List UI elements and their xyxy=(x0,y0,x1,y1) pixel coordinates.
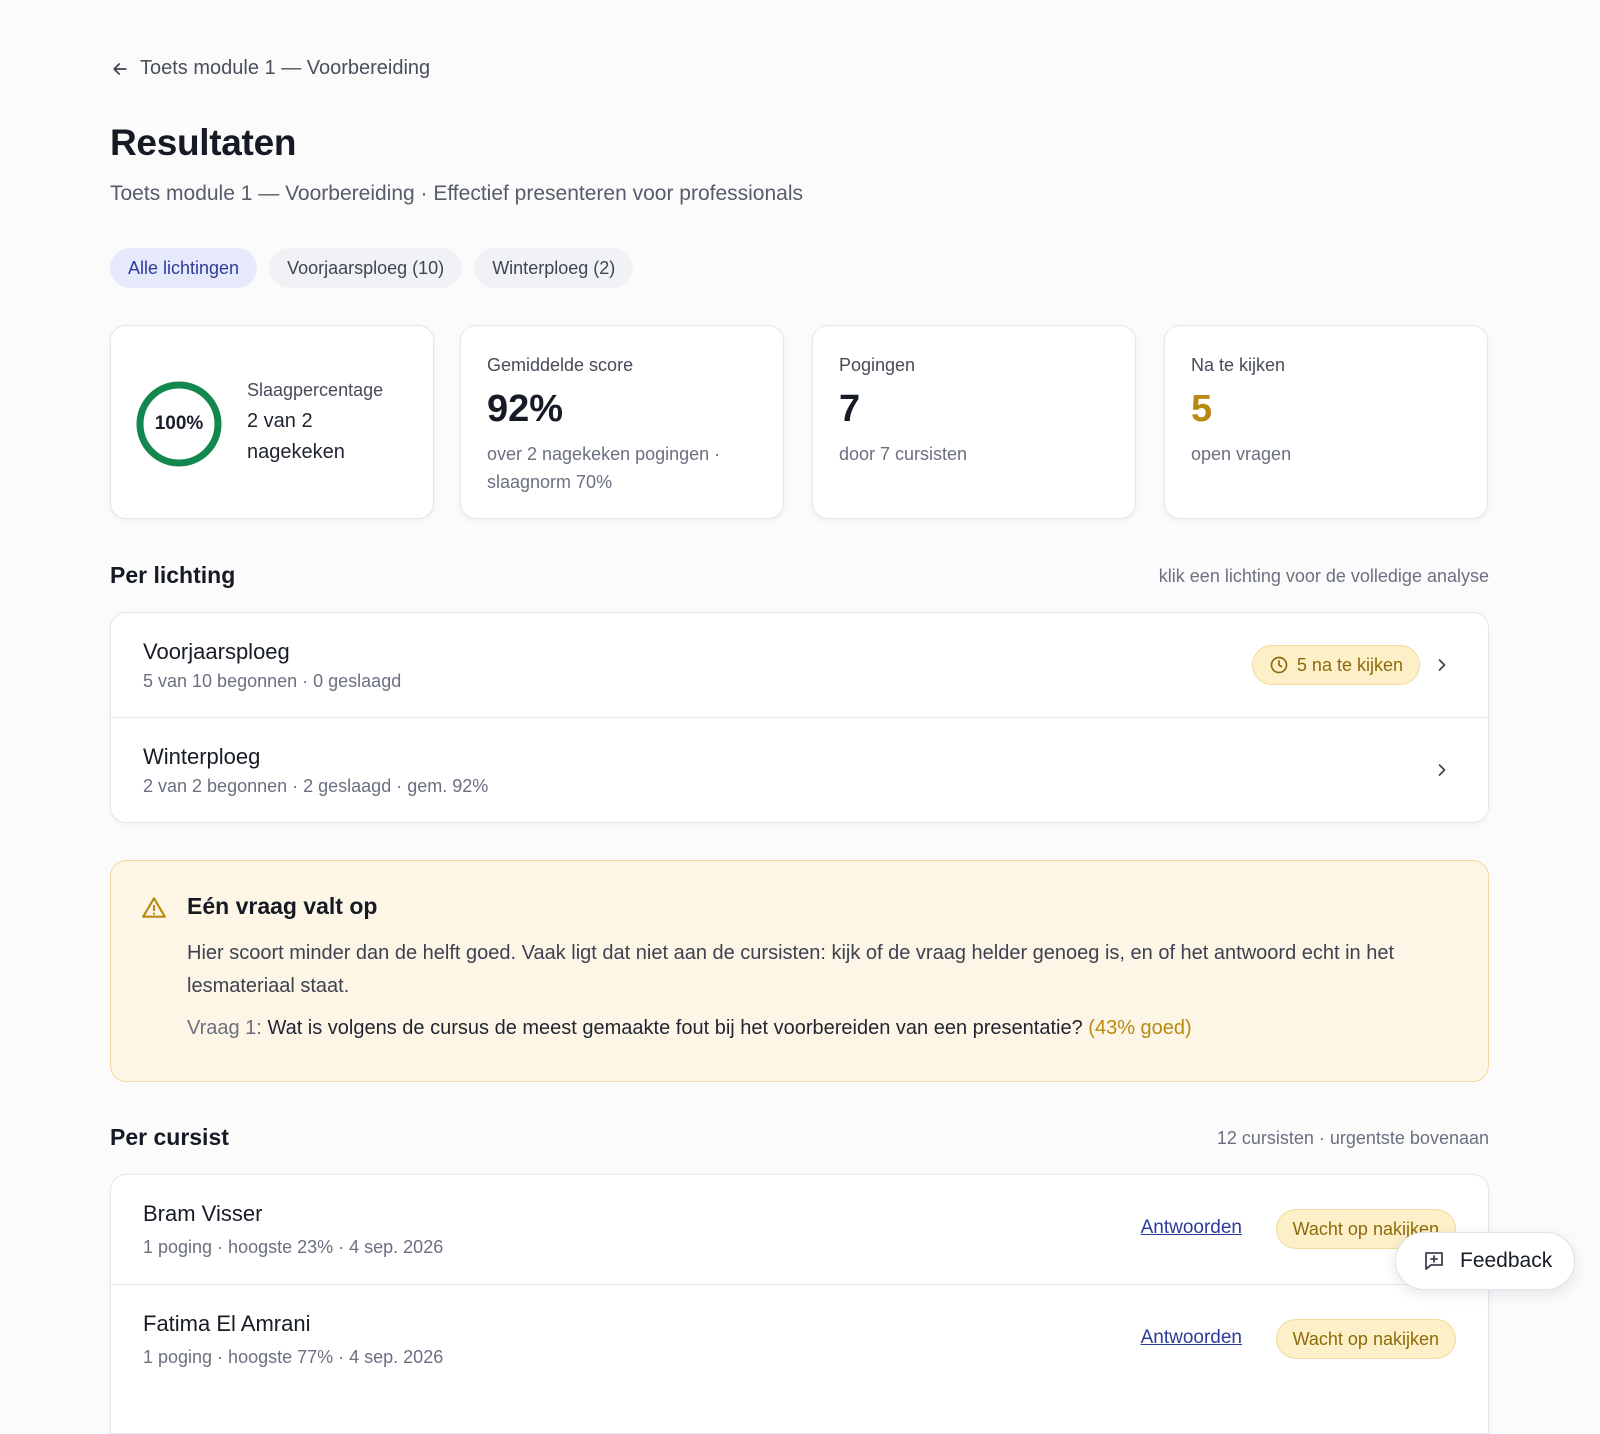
to-review-desc: open vragen xyxy=(1191,444,1292,464)
chevron-right-icon xyxy=(1438,659,1446,671)
cohort-row-voorjaarsploeg[interactable]: Voorjaarsploeg 5 van 10 begonnen · 0 ges… xyxy=(111,613,1488,718)
warning-icon xyxy=(142,897,166,918)
chevron-right-icon xyxy=(1438,764,1446,776)
results-page: Toets module 1 — Voorbereiding Resultate… xyxy=(0,0,1600,1434)
student-list: Bram Visser 1 poging · hoogste 23% · 4 s… xyxy=(110,1174,1489,1434)
students-section-hint: 12 cursisten · urgentste bovenaan xyxy=(1216,1128,1489,1148)
student-name: Fatima El Amrani xyxy=(143,1311,311,1336)
student-meta: 1 poging · hoogste 77% · 4 sep. 2026 xyxy=(143,1347,444,1367)
alert-question: Vraag 1: Wat is volgens de cursus de mee… xyxy=(187,1017,1192,1040)
answers-link[interactable]: Antwoorden xyxy=(1141,1327,1242,1349)
student-meta: 1 poging · hoogste 23% · 4 sep. 2026 xyxy=(143,1237,444,1257)
pass-rate-detail: 2 van 2 nagekeken xyxy=(247,410,345,463)
question-score: (43% goed) xyxy=(1088,1017,1192,1039)
question-text: Wat is volgens de cursus de meest gemaak… xyxy=(267,1017,1083,1039)
student-row: Bram Visser 1 poging · hoogste 23% · 4 s… xyxy=(111,1175,1488,1285)
average-score-desc: over 2 nagekeken pogingen · slaagnorm 70… xyxy=(487,444,721,492)
status-badge: Wacht op nakijken xyxy=(1275,1319,1456,1359)
cohort-list: Voorjaarsploeg 5 van 10 begonnen · 0 ges… xyxy=(110,612,1489,823)
cohort-meta: 2 van 2 begonnen · 2 geslaagd · gem. 92% xyxy=(143,776,489,796)
student-row: Fatima El Amrani 1 poging · hoogste 77% … xyxy=(111,1285,1488,1394)
feedback-button[interactable]: Feedback xyxy=(1395,1232,1575,1290)
cohorts-section-title: Per lichting xyxy=(110,562,236,588)
stat-card-attempts: Pogingen 7 door 7 cursisten xyxy=(812,325,1136,519)
answers-link[interactable]: Antwoorden xyxy=(1141,1217,1242,1239)
stat-card-pass-rate: 100% Slaagpercentage 2 van 2 nagekeken xyxy=(110,325,434,519)
attempts-label: Pogingen xyxy=(839,355,916,375)
clock-icon xyxy=(1270,656,1288,674)
stat-card-to-review: Na te kijken 5 open vragen xyxy=(1164,325,1488,519)
to-review-value: 5 xyxy=(1191,388,1213,430)
cohort-meta: 5 van 10 begonnen · 0 geslaagd xyxy=(143,671,402,691)
cohort-name: Winterploeg xyxy=(143,744,261,769)
stat-card-average-score: Gemiddelde score 92% over 2 nagekeken po… xyxy=(460,325,784,519)
alert-body: Hier scoort minder dan de helft goed. Va… xyxy=(187,942,1395,997)
arrow-left-icon xyxy=(113,62,127,75)
to-review-label: Na te kijken xyxy=(1191,355,1286,375)
cohorts-section-hint: klik een lichting voor de volledige anal… xyxy=(1158,566,1489,586)
filter-chip-voorjaarsploeg[interactable]: Voorjaarsploeg (10) xyxy=(269,248,463,288)
pass-rate-label: Slaagpercentage xyxy=(247,380,384,400)
average-score-label: Gemiddelde score xyxy=(487,355,634,375)
filter-chip-all[interactable]: Alle lichtingen xyxy=(110,248,258,288)
page-subtitle: Toets module 1 — Voorbereiding · Effecti… xyxy=(110,182,803,205)
question-alert: Eén vraag valt op Hier scoort minder dan… xyxy=(110,860,1489,1082)
student-name: Bram Visser xyxy=(143,1201,263,1226)
back-link[interactable]: Toets module 1 — Voorbereiding xyxy=(110,57,430,80)
attempts-desc: door 7 cursisten xyxy=(839,444,968,464)
filter-chip-winterploeg[interactable]: Winterploeg (2) xyxy=(474,248,634,288)
back-link-label: Toets module 1 — Voorbereiding xyxy=(140,57,431,79)
message-plus-icon xyxy=(1425,1252,1443,1270)
alert-title: Eén vraag valt op xyxy=(187,893,378,919)
to-review-badge-label: 5 na te kijken xyxy=(1296,654,1403,675)
attempts-value: 7 xyxy=(839,388,861,430)
pass-rate-value: 100% xyxy=(154,413,204,434)
to-review-badge: 5 na te kijken xyxy=(1251,645,1420,685)
cohort-name: Voorjaarsploeg xyxy=(143,639,290,664)
average-score-value: 92% xyxy=(487,388,564,430)
cohort-filter: Alle lichtingen Voorjaarsploeg (10) Wint… xyxy=(110,248,634,288)
students-section-title: Per cursist xyxy=(110,1124,229,1150)
cohort-row-winterploeg[interactable]: Winterploeg 2 van 2 begonnen · 2 geslaag… xyxy=(111,718,1488,822)
question-label: Vraag 1: xyxy=(187,1017,262,1039)
feedback-label: Feedback xyxy=(1460,1249,1553,1272)
page-title: Resultaten xyxy=(110,122,297,163)
